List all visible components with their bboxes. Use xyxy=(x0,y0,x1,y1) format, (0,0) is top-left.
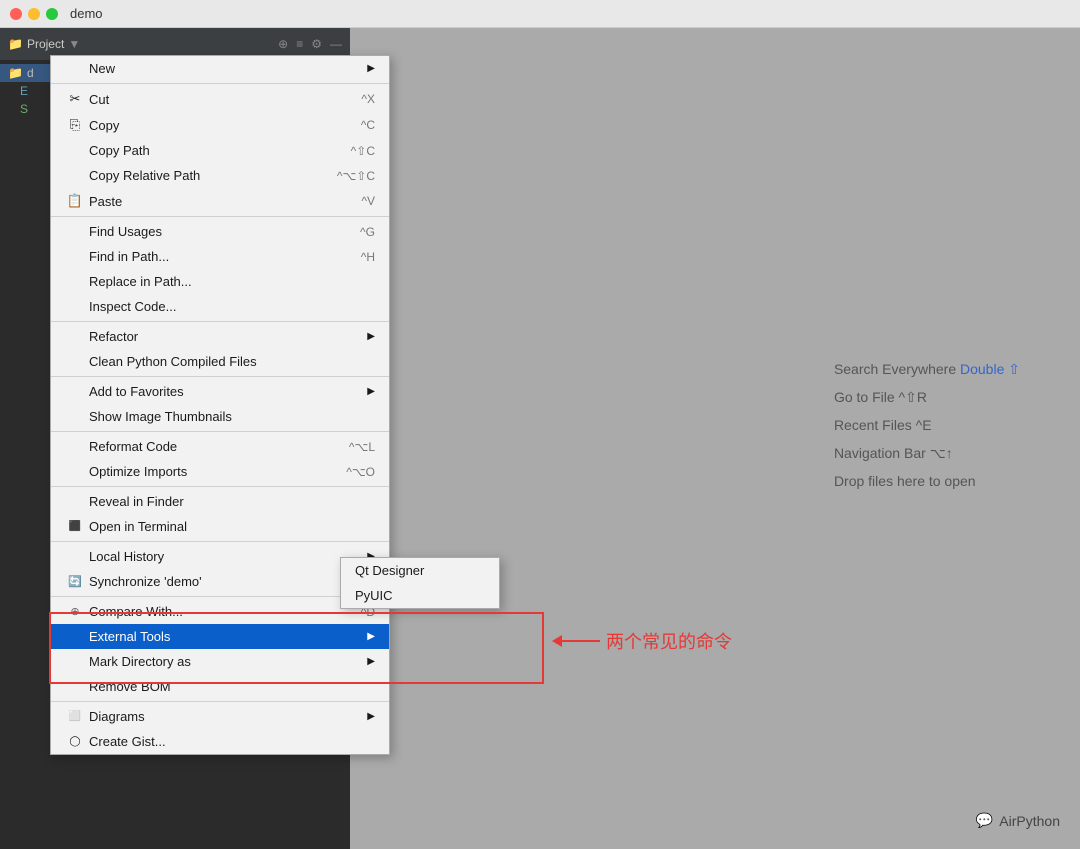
scratch-icon: S xyxy=(20,102,28,116)
minimize-button[interactable] xyxy=(28,8,40,20)
drop-files-hint: Drop files here to open xyxy=(834,467,1020,495)
copy-icon: ⎘ xyxy=(65,117,85,133)
brand-icon: 💬 xyxy=(976,812,993,829)
close-button[interactable] xyxy=(10,8,22,20)
compare-icon: ⊕ xyxy=(65,605,85,618)
panel-icons[interactable]: ⊕ ≡ ⚙ — xyxy=(278,37,342,51)
window-title: demo xyxy=(70,6,103,21)
title-bar: demo xyxy=(0,0,1080,28)
menu-item-qt-designer[interactable]: Qt Designer xyxy=(341,558,499,583)
sync-icon[interactable]: ⊕ xyxy=(278,37,288,51)
menu-item-compare-with[interactable]: ⊕ Compare With... ^D xyxy=(51,599,389,624)
menu-item-cut[interactable]: ✂ Cut ^X xyxy=(51,86,389,112)
gist-icon: ◯ xyxy=(65,736,85,747)
goto-file-hint: Go to File ^⇧R xyxy=(834,383,1020,411)
annotation-arrow xyxy=(560,640,600,642)
folder-icon: E xyxy=(20,84,28,98)
divider-1 xyxy=(51,83,389,84)
external-tools-submenu: Qt Designer PyUIC xyxy=(340,557,500,609)
submenu-arrow-new: ▶ xyxy=(367,63,375,74)
settings-icon[interactable]: ⚙ xyxy=(311,37,322,51)
cut-icon: ✂ xyxy=(65,91,85,107)
terminal-icon: ⬛ xyxy=(65,521,85,532)
brand-text: AirPython xyxy=(999,813,1060,829)
submenu-arrow-favorites: ▶ xyxy=(367,386,375,397)
submenu-arrow-diagrams: ▶ xyxy=(367,711,375,722)
divider-2 xyxy=(51,216,389,217)
menu-item-pyuic[interactable]: PyUIC xyxy=(341,583,499,608)
menu-item-local-history[interactable]: Local History ▶ xyxy=(51,544,389,569)
recent-files-hint: Recent Files ^E xyxy=(834,411,1020,439)
search-hints: Search Everywhere Double ⇧ Go to File ^⇧… xyxy=(834,355,1020,495)
menu-item-paste[interactable]: 📋 Paste ^V xyxy=(51,188,389,214)
submenu-arrow-external-tools: ▶ xyxy=(367,631,375,642)
submenu-arrow-refactor: ▶ xyxy=(367,331,375,342)
close-panel-icon[interactable]: — xyxy=(330,37,342,51)
divider-9 xyxy=(51,701,389,702)
branding: 💬 AirPython xyxy=(976,812,1060,829)
menu-item-show-thumbnails[interactable]: Show Image Thumbnails xyxy=(51,404,389,429)
menu-item-diagrams[interactable]: ⬜ Diagrams ▶ xyxy=(51,704,389,729)
annotation: 两个常见的命令 xyxy=(560,628,732,654)
context-menu: New ▶ ✂ Cut ^X ⎘ Copy ^C Copy Path ^⇧C C… xyxy=(50,55,390,755)
menu-item-copy[interactable]: ⎘ Copy ^C xyxy=(51,112,389,138)
menu-item-find-usages[interactable]: Find Usages ^G xyxy=(51,219,389,244)
paste-icon: 📋 xyxy=(65,193,85,209)
panel-title: Project xyxy=(27,37,64,51)
menu-item-replace-in-path[interactable]: Replace in Path... xyxy=(51,269,389,294)
tree-item-label: d xyxy=(27,66,34,80)
ide-background: Search Everywhere Double ⇧ Go to File ^⇧… xyxy=(350,28,1080,849)
maximize-button[interactable] xyxy=(46,8,58,20)
menu-item-reveal-finder[interactable]: Reveal in Finder xyxy=(51,489,389,514)
collapse-icon[interactable]: ≡ xyxy=(296,37,303,51)
menu-item-copy-path[interactable]: Copy Path ^⇧C xyxy=(51,138,389,163)
search-everywhere-hint: Search Everywhere Double ⇧ xyxy=(834,355,1020,383)
window-controls[interactable] xyxy=(10,8,58,20)
divider-6 xyxy=(51,486,389,487)
divider-3 xyxy=(51,321,389,322)
menu-item-mark-directory[interactable]: Mark Directory as ▶ xyxy=(51,649,389,674)
menu-item-copy-relative-path[interactable]: Copy Relative Path ^⌥⇧C xyxy=(51,163,389,188)
annotation-text: 两个常见的命令 xyxy=(606,628,732,654)
menu-item-create-gist[interactable]: ◯ Create Gist... xyxy=(51,729,389,754)
folder-icon: 📁 xyxy=(8,66,23,80)
menu-item-refactor[interactable]: Refactor ▶ xyxy=(51,324,389,349)
menu-item-find-in-path[interactable]: Find in Path... ^H xyxy=(51,244,389,269)
divider-7 xyxy=(51,541,389,542)
menu-item-add-favorites[interactable]: Add to Favorites ▶ xyxy=(51,379,389,404)
menu-item-remove-bom[interactable]: Remove BOM xyxy=(51,674,389,699)
menu-item-open-terminal[interactable]: ⬛ Open in Terminal xyxy=(51,514,389,539)
divider-8 xyxy=(51,596,389,597)
nav-bar-hint: Navigation Bar ⌥↑ xyxy=(834,439,1020,467)
diagrams-icon: ⬜ xyxy=(65,711,85,722)
divider-5 xyxy=(51,431,389,432)
menu-item-optimize[interactable]: Optimize Imports ^⌥O xyxy=(51,459,389,484)
divider-4 xyxy=(51,376,389,377)
menu-item-new[interactable]: New ▶ xyxy=(51,56,389,81)
submenu-arrow-mark-dir: ▶ xyxy=(367,656,375,667)
menu-item-clean[interactable]: Clean Python Compiled Files xyxy=(51,349,389,374)
sync-icon-menu: 🔄 xyxy=(65,575,85,588)
menu-item-reformat[interactable]: Reformat Code ^⌥L xyxy=(51,434,389,459)
menu-item-external-tools[interactable]: External Tools ▶ xyxy=(51,624,389,649)
menu-item-synchronize[interactable]: 🔄 Synchronize 'demo' xyxy=(51,569,389,594)
menu-item-inspect-code[interactable]: Inspect Code... xyxy=(51,294,389,319)
